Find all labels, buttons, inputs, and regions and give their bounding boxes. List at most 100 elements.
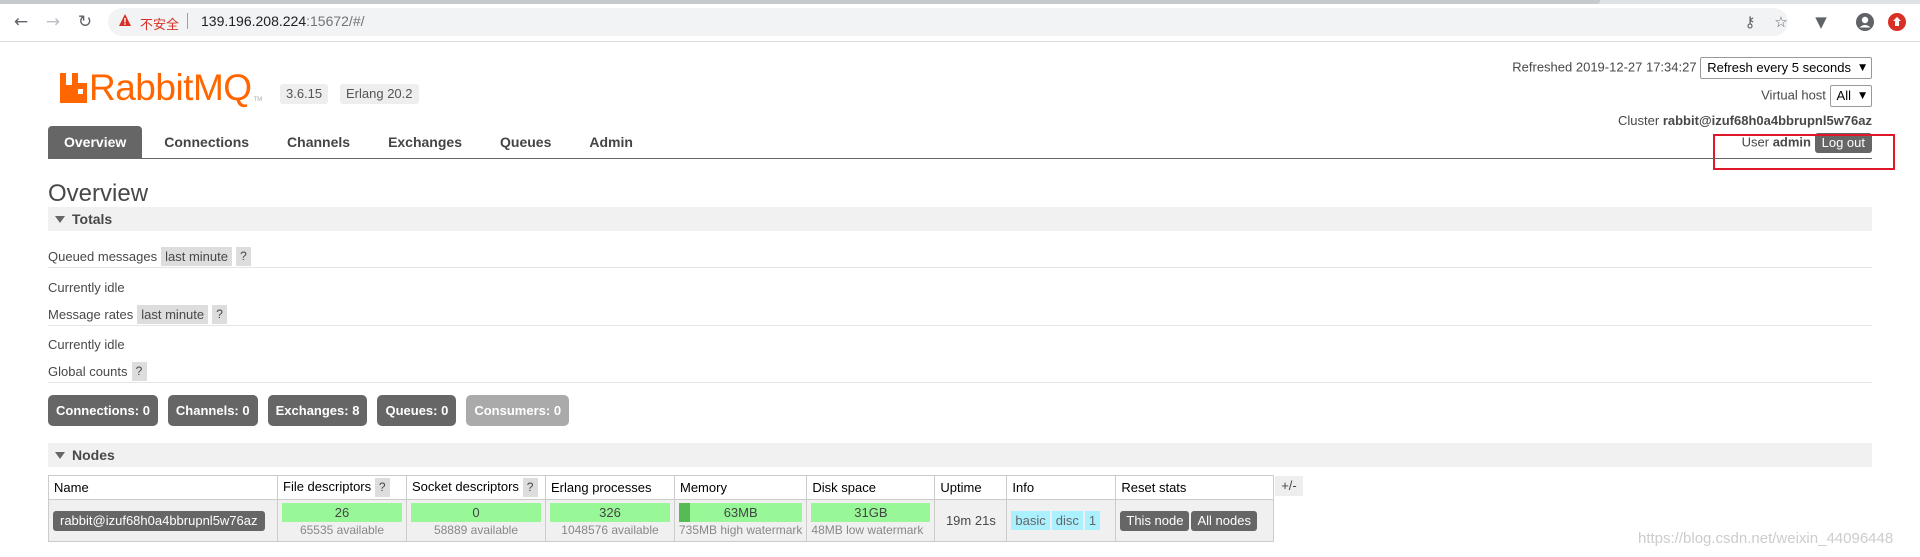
node-name-cell: rabbit@izuf68h0a4bbrupnl5w76az: [48, 499, 278, 542]
url-path: :15672/#/: [306, 13, 365, 29]
fd-available: 65535 available: [299, 523, 385, 537]
tab-strip: [0, 0, 1920, 4]
columns-toggle-button[interactable]: +/-: [1275, 476, 1303, 496]
nodes-title: Nodes: [72, 447, 115, 463]
collapse-triangle-icon: [55, 216, 65, 223]
tab-connections[interactable]: Connections: [148, 126, 265, 158]
disk-watermark: 48MB low watermark: [811, 523, 924, 537]
sd-help-button[interactable]: ?: [522, 478, 538, 497]
vhost-select[interactable]: All ▼: [1829, 85, 1872, 107]
reset-cell: This node All nodes: [1115, 499, 1275, 542]
global-counts-row: Global counts ?: [48, 362, 147, 381]
refresh-interval-select[interactable]: Refresh every 5 seconds ▼: [1700, 57, 1872, 79]
chevron-down-icon: ▼: [1859, 63, 1866, 73]
col-memory: Memory: [673, 475, 808, 500]
reset-this-node-button[interactable]: This node: [1120, 510, 1190, 531]
cluster-info: Cluster rabbit@izuf68h0a4bbrupnl5w76az: [1618, 113, 1872, 128]
connections-count-button[interactable]: Connections: 0: [48, 395, 158, 426]
global-help-button[interactable]: ?: [131, 362, 147, 381]
fd-value: 26: [334, 505, 350, 520]
nodes-table: Name File descriptors ? Socket descripto…: [48, 475, 1275, 542]
uptime-cell: 19m 21s: [934, 499, 1008, 542]
forward-icon[interactable]: →: [42, 11, 64, 33]
info-tag-count: 1: [1084, 511, 1101, 530]
key-icon[interactable]: ⚷: [1740, 12, 1760, 32]
memory-value: 63MB: [723, 505, 758, 520]
col-socket-descriptors-label: Socket descriptors: [412, 479, 519, 494]
memory-bar-fill: [679, 503, 690, 522]
col-file-descriptors: File descriptors ?: [277, 475, 407, 500]
chevron-down-icon: ▼: [1859, 91, 1866, 101]
consumers-count-button[interactable]: Consumers: 0: [466, 395, 570, 426]
tab-queues[interactable]: Queues: [484, 126, 567, 158]
rabbitmq-logo[interactable]: RabbitMQ TM: [59, 67, 262, 109]
logo-trademark: TM: [253, 97, 263, 103]
browser-toolbar: ← → ↻ 不安全 139.196.208.224:15672/#/ ⚷ ☆ ▼: [0, 0, 1920, 42]
table-header-row: Name File descriptors ? Socket descripto…: [48, 475, 1275, 500]
ep-cell: 326 1048576 available: [545, 499, 675, 542]
col-file-descriptors-label: File descriptors: [283, 479, 372, 494]
table-row: rabbit@izuf68h0a4bbrupnl5w76az 26 65535 …: [48, 499, 1275, 542]
rates-help-button[interactable]: ?: [212, 305, 228, 324]
divider: [48, 325, 1872, 326]
fd-help-button[interactable]: ?: [374, 478, 390, 497]
tab-underline: [48, 158, 1872, 159]
rates-idle-text: Currently idle: [48, 337, 125, 352]
rabbit-logo-icon: [60, 73, 87, 103]
rates-range-chip[interactable]: last minute: [137, 305, 209, 324]
nodes-section-toggle[interactable]: Nodes: [48, 443, 1872, 467]
sd-bar: 0: [411, 503, 541, 522]
profile-icon[interactable]: [1855, 12, 1875, 32]
totals-section-toggle[interactable]: Totals: [48, 207, 1872, 231]
memory-cell: 63MB 735MB high watermark: [673, 499, 808, 542]
queues-count-button[interactable]: Queues: 0: [377, 395, 457, 426]
col-reset-stats: Reset stats: [1115, 475, 1275, 500]
col-name: Name: [48, 475, 278, 500]
exchanges-count-label: Exchanges:: [275, 403, 349, 418]
star-icon[interactable]: ☆: [1771, 12, 1791, 32]
reload-icon[interactable]: ↻: [74, 11, 96, 33]
page-title: Overview: [48, 180, 149, 207]
extension-icon[interactable]: ▼: [1811, 12, 1831, 32]
back-icon[interactable]: ←: [10, 11, 32, 33]
channels-count-value: 0: [242, 403, 250, 418]
url-text[interactable]: 139.196.208.224:15672/#/: [201, 13, 365, 29]
channels-count-button[interactable]: Channels: 0: [167, 395, 258, 426]
vhost-label: Virtual host: [1761, 87, 1826, 103]
watermark-text: https://blog.csdn.net/weixin_44096448: [1638, 530, 1894, 547]
info-cell: basic disc 1: [1006, 499, 1117, 542]
col-socket-descriptors: Socket descriptors ?: [406, 475, 546, 500]
tab-exchanges[interactable]: Exchanges: [372, 126, 478, 158]
refresh-control: Refreshed 2019-12-27 17:34:27 Refresh ev…: [1512, 57, 1872, 79]
tab-overview[interactable]: Overview: [48, 126, 143, 158]
logo-text: RabbitMQ: [89, 67, 252, 108]
col-disk-space: Disk space: [806, 475, 936, 500]
queued-help-button[interactable]: ?: [236, 247, 251, 266]
queued-messages-row: Queued messages last minute ?: [48, 247, 251, 266]
global-counts-label: Global counts: [48, 364, 128, 379]
col-erlang-processes: Erlang processes: [545, 475, 675, 500]
collapse-triangle-icon: [55, 452, 65, 459]
version-badge: 3.6.15: [280, 84, 329, 104]
totals-title: Totals: [72, 211, 113, 227]
insecure-label[interactable]: 不安全: [140, 14, 179, 33]
info-tag-basic: basic: [1011, 511, 1050, 530]
refreshed-label: Refreshed 2019-12-27 17:34:27: [1512, 59, 1697, 75]
exchanges-count-button[interactable]: Exchanges: 8: [267, 395, 368, 426]
erlang-badge: Erlang 20.2: [340, 84, 419, 104]
tab-admin[interactable]: Admin: [573, 126, 649, 158]
tab-channels[interactable]: Channels: [271, 126, 366, 158]
divider: [48, 382, 1872, 383]
adblock-icon[interactable]: [1887, 12, 1907, 32]
reset-all-nodes-button[interactable]: All nodes: [1191, 510, 1257, 531]
queued-range-chip[interactable]: last minute: [161, 247, 232, 266]
node-name-link[interactable]: rabbit@izuf68h0a4bbrupnl5w76az: [53, 510, 265, 531]
vhost-value: All: [1836, 88, 1851, 103]
message-rates-row: Message rates last minute ?: [48, 305, 228, 324]
url-divider: [187, 13, 188, 29]
disk-bar: 31GB: [811, 503, 931, 522]
refresh-interval-value: Refresh every 5 seconds: [1707, 60, 1851, 75]
ep-available: 1048576 available: [561, 523, 659, 537]
col-info: Info: [1006, 475, 1117, 500]
warning-icon: [119, 14, 131, 26]
